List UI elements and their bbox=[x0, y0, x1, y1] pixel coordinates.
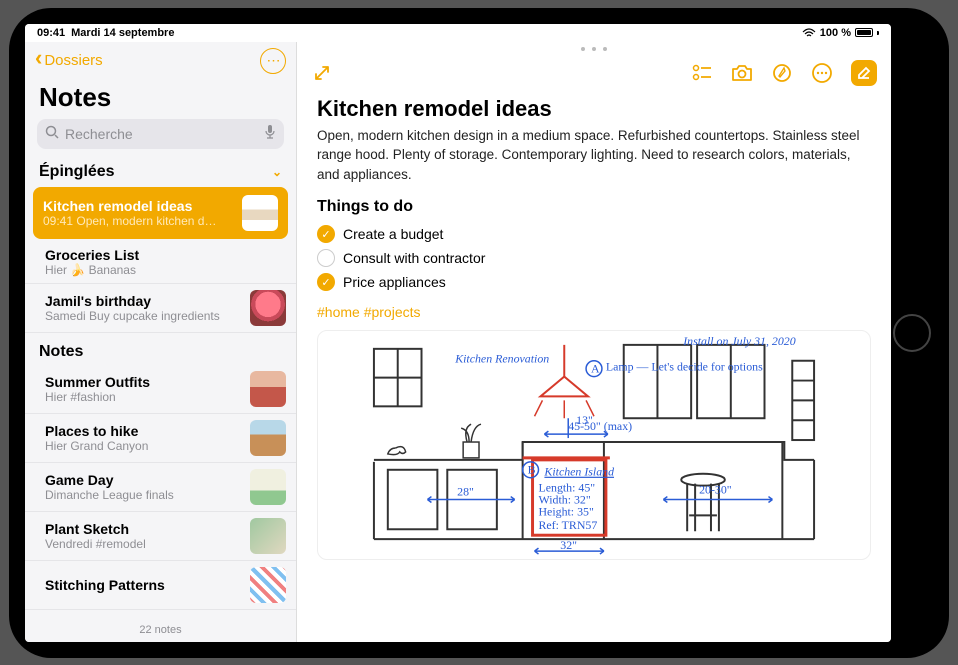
checkbox-checked-icon[interactable]: ✓ bbox=[317, 273, 335, 291]
notes-sidebar: Dossiers ⋯ Notes Recherche Épinglées bbox=[25, 42, 297, 642]
svg-text:Kitchen Island: Kitchen Island bbox=[543, 465, 614, 479]
search-input[interactable]: Recherche bbox=[37, 119, 284, 149]
note-tags[interactable]: #home #projects bbox=[317, 304, 871, 320]
svg-text:Height: 35": Height: 35" bbox=[538, 505, 593, 519]
checklist: ✓ Create a budget Consult with contracto… bbox=[317, 222, 871, 294]
camera-icon[interactable] bbox=[731, 62, 753, 84]
note-thumbnail bbox=[250, 518, 286, 554]
svg-text:Install on July 31, 2020: Install on July 31, 2020 bbox=[682, 334, 796, 348]
note-body: Open, modern kitchen design in a medium … bbox=[317, 126, 871, 185]
note-item[interactable]: Game Day Dimanche League finals bbox=[25, 463, 296, 512]
svg-text:32": 32" bbox=[560, 538, 577, 552]
note-content[interactable]: Kitchen remodel ideas Open, modern kitch… bbox=[297, 90, 891, 642]
chevron-left-icon bbox=[35, 52, 42, 69]
ipad-frame: 09:41 Mardi 14 septembre 100 % Dossiers … bbox=[9, 8, 949, 658]
svg-text:Kitchen Renovation: Kitchen Renovation bbox=[454, 352, 549, 366]
sketch-attachment[interactable]: Kitchen Renovation Install on July 31, 2… bbox=[317, 330, 871, 560]
checklist-icon[interactable] bbox=[691, 62, 713, 84]
home-button[interactable] bbox=[893, 314, 931, 352]
note-thumbnail bbox=[250, 371, 286, 407]
markup-icon[interactable] bbox=[771, 62, 793, 84]
svg-text:28": 28" bbox=[457, 485, 474, 499]
note-title: Kitchen remodel ideas bbox=[317, 96, 871, 122]
pinned-list: Kitchen remodel ideas 09:41 Open, modern… bbox=[25, 185, 296, 333]
svg-text:13": 13" bbox=[576, 413, 593, 427]
note-item[interactable]: Stitching Patterns bbox=[25, 561, 296, 610]
expand-icon[interactable] bbox=[311, 62, 333, 84]
sidebar-footer: 22 notes bbox=[25, 618, 296, 642]
svg-text:Ref: TRN57: Ref: TRN57 bbox=[538, 518, 597, 532]
more-button[interactable]: ⋯ bbox=[260, 48, 286, 74]
checkbox-checked-icon[interactable]: ✓ bbox=[317, 225, 335, 243]
multitask-handle[interactable] bbox=[297, 42, 891, 56]
note-item-groceries[interactable]: Groceries List Hier 🍌 Bananas bbox=[25, 241, 296, 284]
note-thumbnail bbox=[250, 290, 286, 326]
checkbox-unchecked-icon[interactable] bbox=[317, 249, 335, 267]
note-item-kitchen[interactable]: Kitchen remodel ideas 09:41 Open, modern… bbox=[33, 187, 288, 239]
note-item-jamil[interactable]: Jamil's birthday Samedi Buy cupcake ingr… bbox=[25, 284, 296, 333]
note-item[interactable]: Places to hike Hier Grand Canyon bbox=[25, 414, 296, 463]
search-placeholder: Recherche bbox=[65, 126, 133, 142]
note-thumbnail bbox=[250, 420, 286, 456]
sidebar-toolbar: Dossiers ⋯ bbox=[25, 42, 296, 80]
status-bar: 09:41 Mardi 14 septembre 100 % bbox=[25, 24, 891, 42]
svg-text:Lamp — Let's decide for option: Lamp — Let's decide for options bbox=[606, 360, 763, 374]
status-time: 09:41 bbox=[37, 27, 65, 39]
svg-text:20-30": 20-30" bbox=[699, 483, 732, 497]
more-icon[interactable] bbox=[811, 62, 833, 84]
checklist-item[interactable]: ✓ Create a budget bbox=[317, 222, 871, 246]
status-date: Mardi 14 septembre bbox=[71, 27, 174, 39]
note-editor: Kitchen remodel ideas Open, modern kitch… bbox=[297, 42, 891, 642]
battery-icon bbox=[855, 28, 873, 37]
checklist-item[interactable]: ✓ Price appliances bbox=[317, 270, 871, 294]
note-thumbnail bbox=[250, 567, 286, 603]
wifi-icon bbox=[802, 28, 816, 38]
note-thumbnail bbox=[250, 469, 286, 505]
search-icon bbox=[45, 125, 59, 142]
screen: 09:41 Mardi 14 septembre 100 % Dossiers … bbox=[25, 24, 891, 642]
editor-toolbar bbox=[297, 56, 891, 90]
back-label: Dossiers bbox=[44, 52, 102, 69]
note-thumbnail bbox=[242, 195, 278, 231]
mic-icon[interactable] bbox=[264, 124, 276, 143]
pinned-header[interactable]: Épinglées ⌄ bbox=[25, 157, 296, 185]
battery-label: 100 % bbox=[820, 27, 851, 39]
notes-app: Dossiers ⋯ Notes Recherche Épinglées bbox=[25, 42, 891, 642]
things-heading: Things to do bbox=[317, 198, 871, 216]
svg-text:B: B bbox=[528, 463, 536, 477]
back-button[interactable]: Dossiers bbox=[35, 52, 103, 69]
checklist-item[interactable]: Consult with contractor bbox=[317, 246, 871, 270]
note-item[interactable]: Summer Outfits Hier #fashion bbox=[25, 365, 296, 414]
chevron-down-icon: ⌄ bbox=[272, 165, 282, 179]
notes-list: Summer Outfits Hier #fashion Places to h… bbox=[25, 365, 296, 610]
svg-text:A: A bbox=[591, 362, 600, 376]
compose-button[interactable] bbox=[851, 60, 877, 86]
sidebar-title: Notes bbox=[25, 80, 296, 119]
notes-header[interactable]: Notes bbox=[25, 333, 296, 365]
note-item[interactable]: Plant Sketch Vendredi #remodel bbox=[25, 512, 296, 561]
